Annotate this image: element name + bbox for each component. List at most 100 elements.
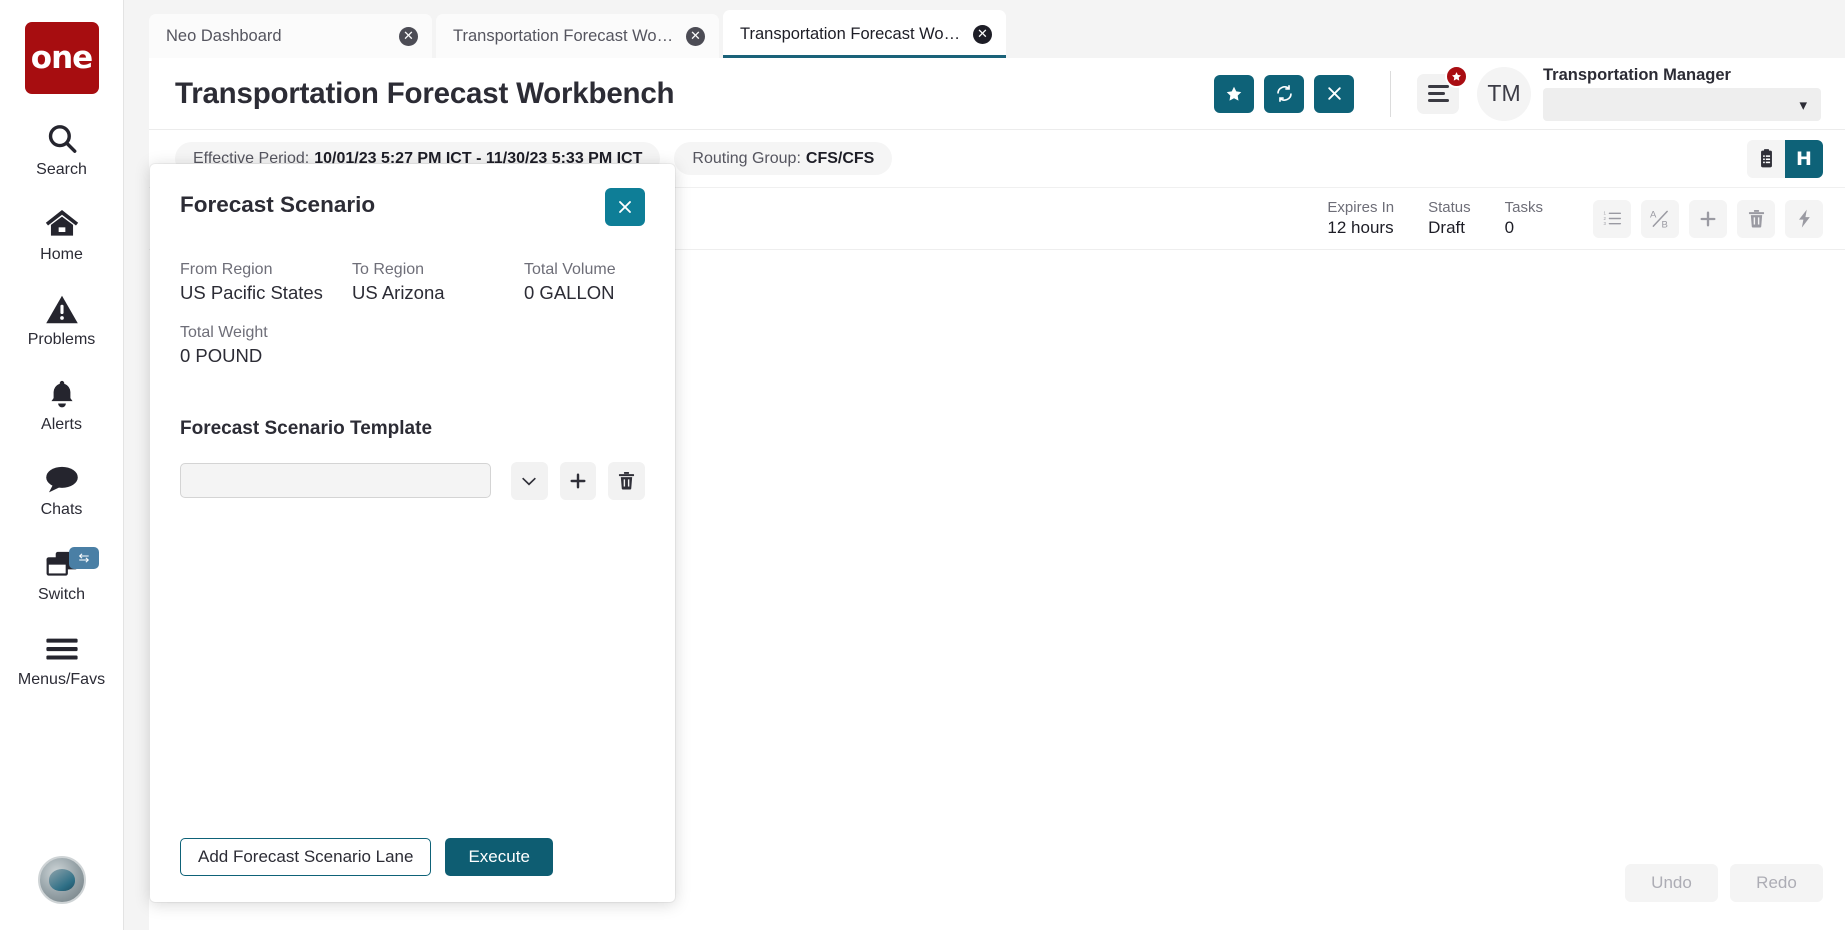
sidebar-item-chats[interactable]: Chats [0,460,123,519]
template-add-button[interactable] [559,461,597,500]
meta-key: From Region [180,261,273,278]
stat-key: Expires In [1327,198,1395,216]
lightning-bolt-icon [1798,209,1810,228]
refresh-icon [1276,84,1292,103]
close-page-button[interactable] [1314,74,1354,113]
letter-h-icon: H [1796,147,1812,170]
sidebar-item-label-chats: Chats [40,501,83,518]
clipboard-list-view-button[interactable] [1747,139,1785,178]
stat-tasks: Tasks 0 [1505,199,1543,239]
tab-close-icon[interactable]: ✕ [973,24,992,44]
sidebar-item-label-problems: Problems [27,331,96,348]
clipboard-list-icon [1760,149,1772,168]
routing-group-label: Routing Group: [692,149,801,167]
sidebar-item-switch[interactable]: ⇆ Switch [0,545,123,604]
tab-strip: Neo Dashboard ✕ Transportation Forecast … [124,0,1845,58]
view-toggle-group: H [1747,139,1823,178]
meta-value: US Arizona [352,281,445,303]
left-nav-rail: one Search Home Problems Alerts Chats ⇆ … [0,0,124,930]
meta-value: 0 GALLON [524,281,615,303]
page-header: Transportation Forecast Workbench TM Tra… [149,58,1845,130]
meta-total-weight: Total Weight 0 POUND [180,323,352,368]
svg-text:A: A [1650,209,1657,220]
template-input-row [180,461,645,500]
user-profile-avatar[interactable] [37,856,86,904]
execute-button[interactable]: Execute [445,838,553,876]
search-icon [45,120,79,158]
home-icon [44,205,80,243]
meta-key: Total Volume [524,261,616,278]
routing-group-value: CFS/CFS [805,149,875,167]
execute-bolt-button[interactable] [1785,199,1823,238]
status-badge: Draft [1428,218,1465,238]
ab-compare-button[interactable]: A B [1641,199,1679,238]
dialog-spacer [180,500,645,838]
add-forecast-scenario-lane-button[interactable]: Add Forecast Scenario Lane [180,838,432,876]
meta-value: US Pacific States [180,281,323,303]
template-dropdown-button[interactable] [511,461,548,500]
stat-key: Status [1428,198,1471,216]
page-title: Transportation Forecast Workbench [175,76,675,110]
dialog-title: Forecast Scenario [180,192,376,217]
stat-value: 0 [1504,218,1515,238]
sidebar-item-alerts[interactable]: Alerts [0,375,123,434]
scenario-row-actions: 1 2 3 A B [1583,199,1823,238]
tab-transportation-forecast-workbench-2[interactable]: Transportation Forecast Workbe... ✕ [723,10,1006,58]
bell-icon [46,375,78,413]
header-divider [1390,70,1391,117]
tab-label: Transportation Forecast Workbe... [740,24,965,43]
svg-text:B: B [1661,219,1667,228]
sidebar-item-search[interactable]: Search [0,120,123,179]
numbered-list-icon: 1 2 3 [1603,211,1621,226]
star-badge-icon [1445,64,1468,88]
tab-neo-dashboard[interactable]: Neo Dashboard ✕ [149,14,432,58]
sidebar-item-menus-favs[interactable]: Menus/Favs [0,630,123,689]
stat-value: 12 hours [1327,218,1394,238]
user-role-block: Transportation Manager ▾ [1543,66,1821,121]
dialog-footer: Add Forecast Scenario Lane Execute [180,838,645,876]
sidebar-item-problems[interactable]: Problems [0,290,123,349]
meta-to-region: To Region US Arizona [352,260,524,305]
history-view-button[interactable]: H [1785,139,1823,178]
svg-text:2: 2 [1603,216,1606,221]
user-role-label: Transportation Manager [1543,66,1731,84]
trash-icon [1748,210,1764,228]
footer-actions: Undo Redo [1613,864,1823,902]
tab-close-icon[interactable]: ✕ [686,26,705,46]
delete-button[interactable] [1737,199,1775,238]
template-delete-button[interactable] [608,461,645,500]
sidebar-item-label-home: Home [40,246,83,263]
sidebar-item-home[interactable]: Home [0,205,123,264]
routing-group-chip: Routing Group: CFS/CFS [674,142,893,175]
hamburger-icon [1427,85,1449,102]
star-icon [1226,86,1242,101]
avatar[interactable]: TM [1477,66,1531,121]
one-logo[interactable]: one [24,22,99,94]
chevron-down-icon [522,477,537,486]
redo-button[interactable]: Redo [1730,864,1823,902]
tab-transportation-forecast-workbench-1[interactable]: Transportation Forecast Workbe... ✕ [436,14,719,58]
add-button[interactable] [1689,199,1727,238]
numbered-list-button[interactable]: 1 2 3 [1593,199,1631,238]
tab-close-icon[interactable]: ✕ [399,26,418,46]
tab-label: Neo Dashboard [166,26,282,45]
refresh-button[interactable] [1264,74,1304,113]
favorite-button[interactable] [1214,74,1254,113]
warning-triangle-icon [45,290,79,328]
chat-bubble-icon [44,460,80,498]
stat-key: Tasks [1504,198,1543,216]
header-menu-button[interactable] [1417,64,1468,114]
user-role-select[interactable]: ▾ [1543,88,1821,121]
stat-expires-in: Expires In 12 hours [1327,199,1394,239]
close-x-icon [619,201,631,213]
dialog-header: Forecast Scenario [180,188,645,226]
template-input[interactable] [180,463,492,499]
avatar-image [48,869,75,891]
avatar-initials: TM [1487,80,1521,106]
undo-button[interactable]: Undo [1625,864,1718,902]
swap-arrows-icon[interactable]: ⇆ [69,547,99,569]
ab-compare-icon: A B [1650,209,1668,229]
dialog-close-button[interactable] [605,188,645,226]
plus-icon [570,473,586,489]
tab-label: Transportation Forecast Workbe... [453,26,678,45]
